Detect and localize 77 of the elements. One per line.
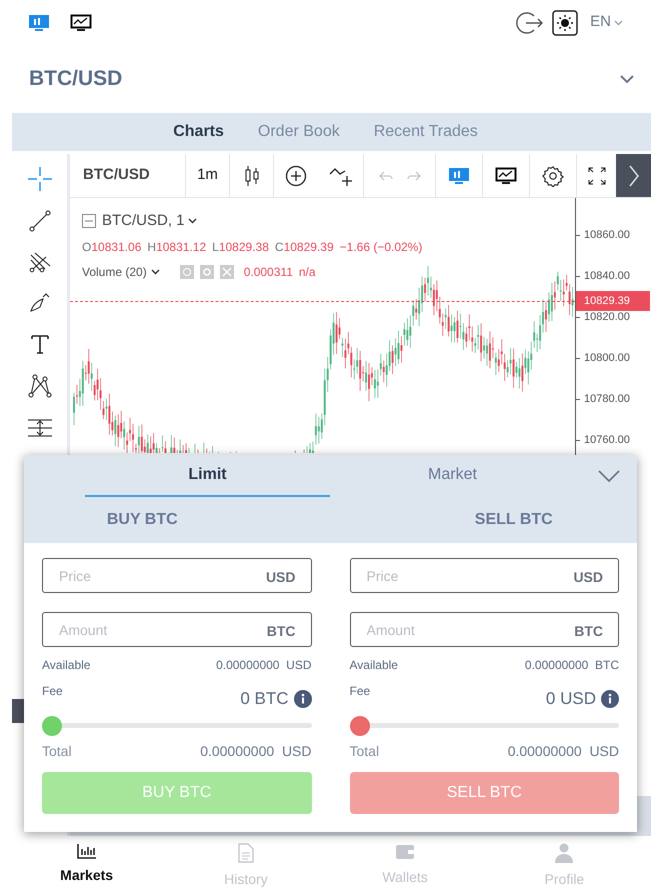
price-axis-label: 10760.00 [584,433,630,448]
unit-label: BTC [574,622,603,641]
fee-slider[interactable] [350,716,619,736]
text-tool-icon[interactable] [28,332,50,356]
available-label: Available [42,657,90,674]
unit-label: USD [573,568,603,587]
unit-label: BTC [266,622,296,641]
volume-legend[interactable]: Volume (20) [82,262,160,280]
legend-title[interactable]: BTC/USD, 1 [102,210,197,232]
logout-icon[interactable] [516,10,544,36]
document-icon [238,843,254,863]
chevron-right-icon [628,164,640,188]
fullscreen-icon[interactable] [588,166,606,184]
ohlc-value: L10829.38 [212,238,269,256]
ohlc-value: C10829.39 [274,238,334,256]
available-value: 0.00000000 BTC [524,657,619,674]
add-circle-icon[interactable] [285,164,307,186]
monitor-chart-icon[interactable] [70,12,92,32]
ohlc-value: H10831.12 [147,238,206,256]
volume-extra: n/a [298,264,316,280]
expand-button[interactable] [616,154,651,197]
fee-slider[interactable] [42,716,312,736]
price-axis-label: 10820.00 [584,310,630,326]
brush-icon[interactable] [28,291,52,315]
fee-value: 0 USD [546,688,596,710]
wallet-icon [395,843,416,861]
user-icon [555,843,574,863]
monitor-icon[interactable] [448,166,470,186]
total-value: 0.00000000 USD [508,742,619,760]
caret-icon [150,268,160,274]
total-label: Total [42,742,72,760]
dark-bar [12,699,24,723]
tab[interactable]: Order Book [258,120,340,144]
settings-icon[interactable] [542,164,564,186]
chevron-down-icon[interactable] [619,74,635,84]
monitor-chart-icon[interactable] [495,166,517,186]
collapse-icon[interactable] [82,214,96,228]
total-value: 0.00000000 USD [200,742,312,760]
tab[interactable]: Recent Trades [374,120,478,144]
fee-label: Fee [42,683,63,700]
crosshair-icon[interactable] [26,166,52,192]
price-axis-label: 10840.00 [584,269,630,284]
info-icon[interactable] [294,690,312,708]
volume-value: 0.000311 [244,264,293,280]
available-value: 0.00000000 USD [216,657,312,674]
unit-label: USD [266,568,296,587]
pair-title: BTC/USD [29,66,122,92]
pattern-icon[interactable] [26,373,52,399]
caret-icon [614,20,623,26]
price-axis-label: 10800.00 [584,351,630,366]
pitchfork-icon[interactable] [28,250,52,274]
nav-item[interactable]: Markets [7,835,166,890]
tab[interactable]: Charts [173,120,224,144]
chevron-down-icon[interactable] [597,469,621,483]
side-title: BUY BTC [106,510,179,530]
caret-icon [188,218,197,224]
fee-value: 0 BTC [240,688,288,710]
monitor-icon[interactable] [28,12,50,32]
price-axis-label: 10860.00 [584,228,630,244]
side-title: SELL BTC [474,510,554,530]
line-tool-icon[interactable] [28,209,52,233]
change-value: −1.66 (−0.02%) [340,238,422,256]
current-price-badge: 10829.39 [576,291,650,311]
ohlc-value: O10831.06 [82,238,142,256]
candles-icon[interactable] [244,164,260,186]
fee-label: Fee [350,683,370,700]
available-label: Available [350,657,398,674]
interval-button[interactable]: 1m [186,154,230,197]
price-axis-label: 10780.00 [584,392,630,408]
symbol-button[interactable]: BTC/USD [70,154,186,197]
total-label: Total [350,742,380,760]
order-type-tab[interactable]: Limit [85,455,330,497]
bar-chart-icon [76,843,97,859]
language-dropdown[interactable]: EN [590,11,623,34]
theme-toggle-icon[interactable] [552,10,578,36]
info-icon[interactable] [601,690,619,708]
order-type-tab[interactable]: Market [330,455,575,497]
